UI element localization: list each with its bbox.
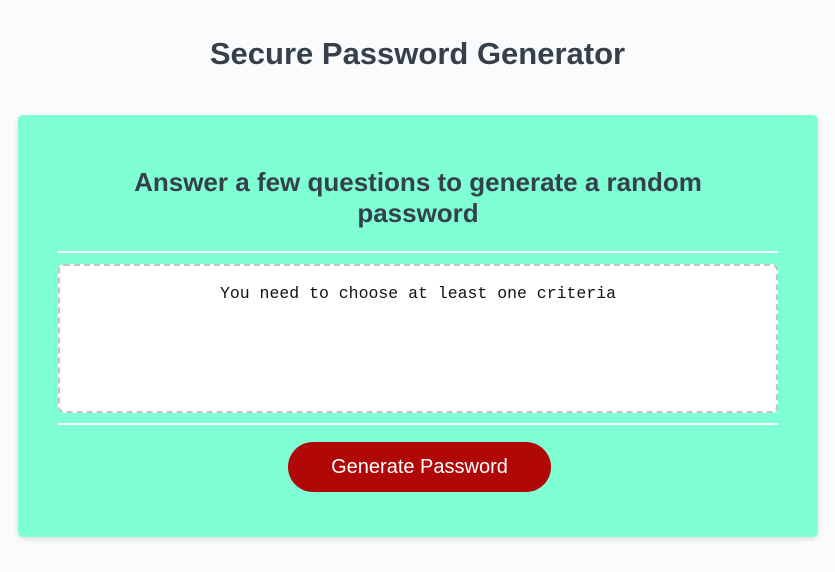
divider-top: [58, 251, 778, 253]
divider-bottom: [58, 423, 778, 425]
generator-card: Answer a few questions to generate a ran…: [18, 115, 818, 537]
page-title: Secure Password Generator: [209, 36, 626, 71]
card-heading: Answer a few questions to generate a ran…: [134, 167, 702, 228]
generate-password-button[interactable]: Generate Password: [288, 442, 551, 492]
password-output[interactable]: You need to choose at least one criteria: [58, 264, 778, 413]
